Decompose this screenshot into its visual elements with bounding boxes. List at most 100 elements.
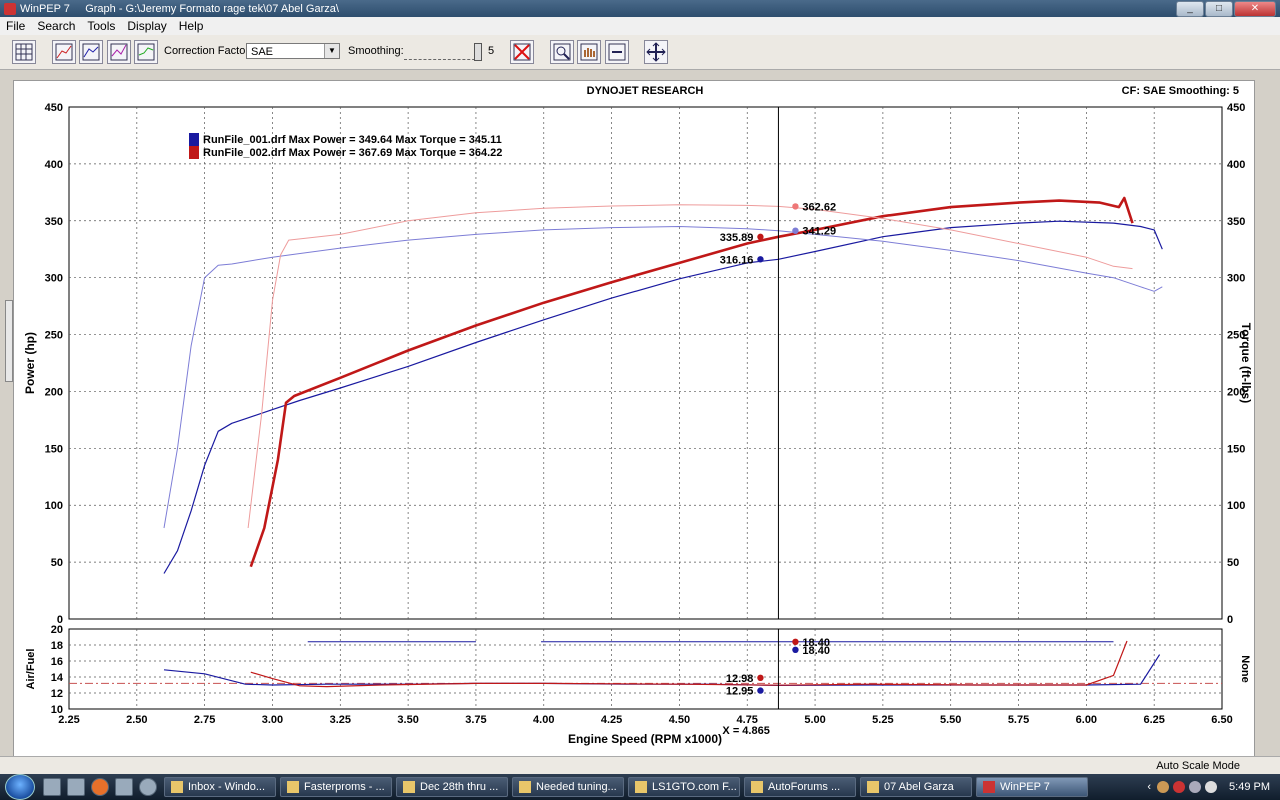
zoom-button[interactable]	[550, 40, 574, 64]
power-tick-label: 150	[45, 443, 63, 455]
power-tick-label: 250	[45, 330, 63, 342]
window-title: WinPEP 7 Graph - G:\Jeremy Formato rage …	[20, 2, 339, 15]
torque-tick-label: 400	[1227, 159, 1245, 171]
tray-app-icon[interactable]	[1157, 781, 1170, 793]
airfuel-axis-label: Air/Fuel	[25, 649, 37, 690]
task-inbox[interactable]: Inbox - Windo...	[164, 777, 276, 797]
legend-swatch-run2	[189, 146, 199, 159]
tray-security-icon[interactable]	[1173, 781, 1186, 793]
dyno-graph[interactable]: DYNOJET RESEARCH CF: SAE Smoothing: 5 0 5…	[14, 70, 1254, 757]
toolbar: Correction Factor: SAE ▼ Smoothing: 5	[0, 35, 1280, 70]
airfuel-tick-label: 18	[51, 640, 63, 652]
minimize-button[interactable]: _	[1176, 1, 1204, 17]
task-dec-28th[interactable]: Dec 28th thru ...	[396, 777, 508, 797]
airfuel-tick-label: 12	[51, 688, 63, 700]
graph-view-2-button[interactable]	[79, 40, 103, 64]
crosshair-icon	[646, 42, 666, 62]
tray-network-icon[interactable]	[1189, 781, 1202, 793]
task-fasterproms[interactable]: Fasterproms - ...	[280, 777, 392, 797]
cursor-value-label: 341.29	[802, 226, 836, 238]
graph-header-cf: CF: SAE Smoothing: 5	[1122, 85, 1239, 97]
torque-axis-label: Torque (ft-lbs)	[1239, 323, 1253, 403]
grid-view-button[interactable]	[12, 40, 36, 64]
torque-tick-label: 100	[1227, 500, 1245, 512]
correction-factor-select[interactable]: SAE ▼	[246, 43, 340, 59]
graph-pane: DYNOJET RESEARCH CF: SAE Smoothing: 5 0 5…	[13, 70, 1255, 758]
rpm-tick-label: 2.75	[194, 714, 215, 726]
graph-view-1-button[interactable]	[52, 40, 76, 64]
airfuel-plot-frame	[68, 628, 1223, 710]
airfuel-tick-label: 14	[51, 672, 64, 684]
airfuel-tick-label: 16	[51, 656, 63, 668]
cursor-marker	[757, 674, 764, 681]
smoothing-slider[interactable]	[404, 43, 482, 61]
quicklaunch-app-icon[interactable]	[115, 778, 133, 796]
zoom-out-button[interactable]	[605, 40, 629, 64]
rpm-axis-label: Engine Speed (RPM x1000)	[568, 732, 722, 746]
remove-icon	[513, 43, 531, 61]
cursor-marker	[792, 646, 799, 653]
task-07-abel-garza[interactable]: 07 Abel Garza	[860, 777, 972, 797]
cursor-value-label: 12.98	[726, 673, 754, 685]
rpm-tick-label: 5.25	[872, 714, 893, 726]
quicklaunch-globe-icon[interactable]	[139, 778, 157, 796]
slider-thumb[interactable]	[474, 43, 482, 61]
torque-tick-label: 50	[1227, 557, 1239, 569]
smoothing-label: Smoothing:	[348, 45, 404, 57]
winpep-app-icon	[4, 2, 16, 15]
graph-icon	[82, 43, 100, 61]
rpm-tick-label: 6.50	[1211, 714, 1232, 726]
left-panel-toggle[interactable]	[5, 300, 13, 382]
start-button[interactable]	[0, 774, 40, 800]
rpm-tick-label: 3.75	[465, 714, 486, 726]
clock: 5:49 PM	[1229, 781, 1270, 793]
menu-help[interactable]: Help	[173, 19, 210, 33]
menu-search[interactable]: Search	[31, 19, 81, 33]
remove-runs-button[interactable]	[510, 40, 534, 64]
task-autoforums[interactable]: AutoForums ...	[744, 777, 856, 797]
close-button[interactable]: ✕	[1234, 1, 1276, 17]
rpm-tick-label: 4.50	[669, 714, 690, 726]
rpm-tick-label: 5.75	[1008, 714, 1029, 726]
rpm-tick-label: 5.50	[940, 714, 961, 726]
tray-volume-icon[interactable]	[1205, 781, 1218, 793]
legend-run1: RunFile_001.drf Max Power = 349.64 Max T…	[203, 134, 502, 146]
cursor-value-label: 12.95	[726, 686, 754, 698]
zoom-out-icon	[608, 43, 626, 61]
power-tick-label: 50	[51, 557, 63, 569]
rpm-tick-label: 2.50	[126, 714, 147, 726]
window-icon	[751, 781, 763, 793]
cursor-marker	[792, 227, 799, 234]
task-needed-tuning[interactable]: Needed tuning...	[512, 777, 624, 797]
rpm-tick-label: 6.25	[1143, 714, 1164, 726]
power-tick-label: 200	[45, 386, 63, 398]
task-ls1gto[interactable]: LS1GTO.com F...	[628, 777, 740, 797]
cursor-value-label: 316.16	[720, 254, 754, 266]
torque-tick-label: 350	[1227, 216, 1245, 228]
rpm-tick-label: 4.00	[533, 714, 554, 726]
cursor-value-label: 335.89	[720, 232, 754, 244]
power-tick-label: 100	[45, 500, 63, 512]
task-winpep[interactable]: WinPEP 7	[976, 777, 1088, 797]
menu-file[interactable]: File	[0, 19, 31, 33]
show-desktop-icon[interactable]	[43, 778, 61, 796]
pan-button[interactable]	[577, 40, 601, 64]
rpm-tick-label: 5.00	[804, 714, 825, 726]
tray-expand-icon[interactable]: ‹	[1147, 781, 1151, 793]
firefox-icon[interactable]	[91, 778, 109, 796]
menu-tools[interactable]: Tools	[81, 19, 121, 33]
window-icon	[519, 781, 531, 793]
graph-view-4-button[interactable]	[134, 40, 158, 64]
window-icon	[403, 781, 415, 793]
rpm-tick-label: 3.00	[262, 714, 283, 726]
menu-display[interactable]: Display	[121, 19, 172, 33]
torque-tick-label: 300	[1227, 273, 1245, 285]
rpm-tick-label: 3.50	[397, 714, 418, 726]
chevron-down-icon: ▼	[324, 44, 339, 58]
window-icon	[171, 781, 183, 793]
maximize-button[interactable]: □	[1205, 1, 1233, 17]
switch-windows-icon[interactable]	[67, 778, 85, 796]
graph-view-3-button[interactable]	[107, 40, 131, 64]
window-titlebar: WinPEP 7 Graph - G:\Jeremy Formato rage …	[0, 0, 1280, 17]
cursor-button[interactable]	[644, 40, 668, 64]
